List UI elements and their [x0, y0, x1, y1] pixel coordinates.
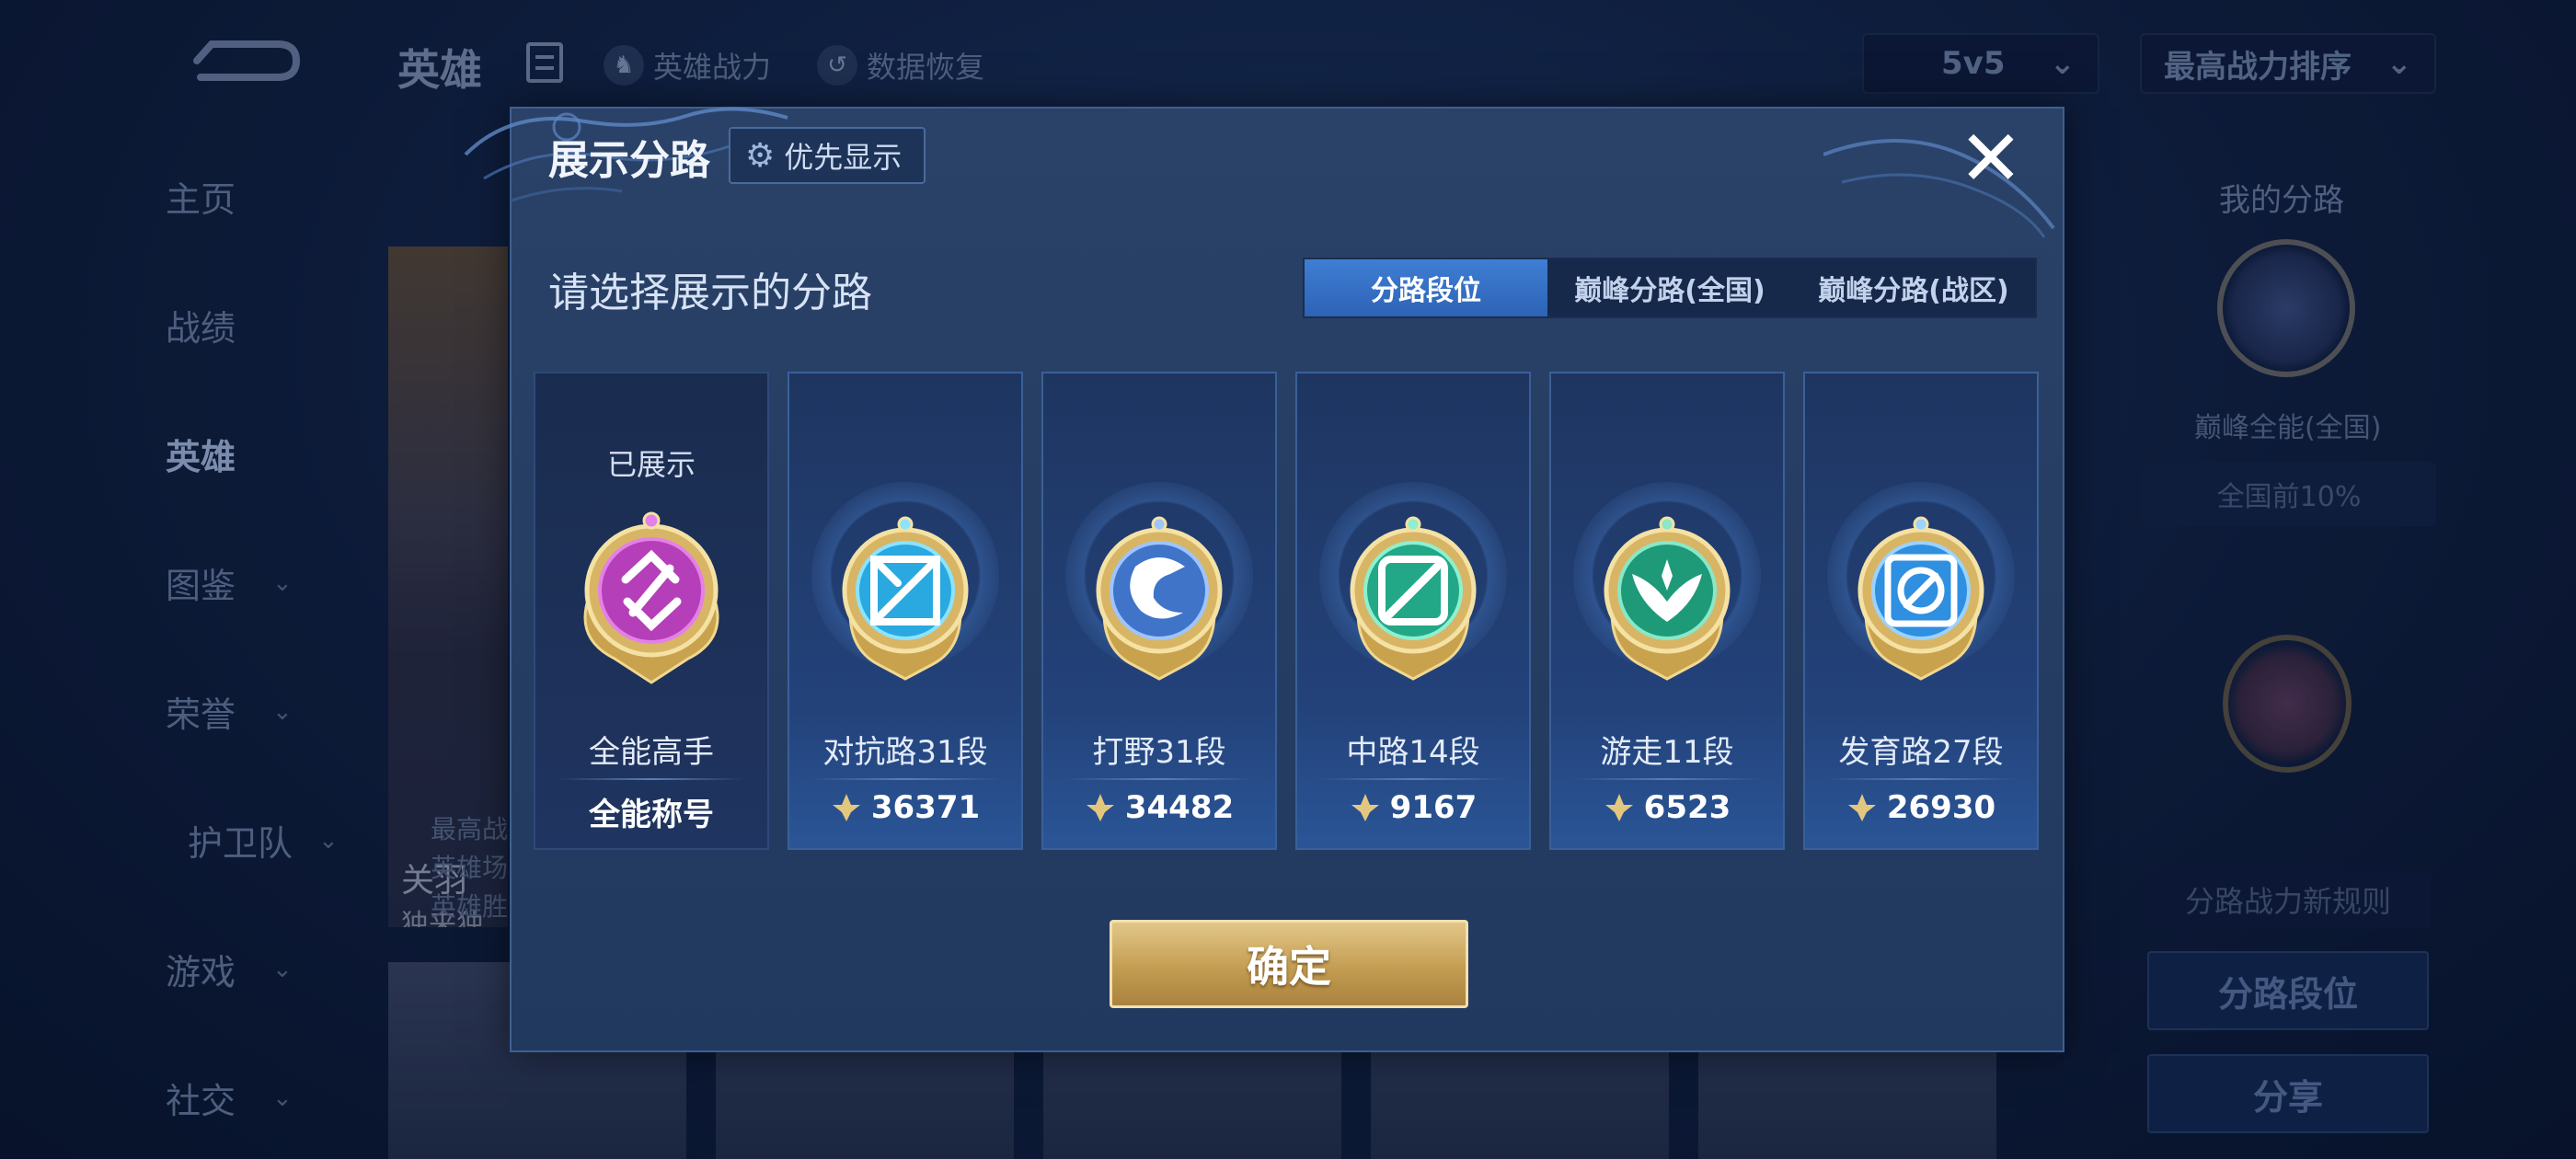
- lane-card-farm[interactable]: 发育路27段 26930: [1803, 372, 2039, 850]
- select-prompt: 请选择展示的分路: [548, 270, 872, 316]
- gear-icon: ⚙: [745, 136, 776, 175]
- lane-power-value: 36371: [789, 789, 1021, 826]
- lane-name: 发育路27段: [1838, 734, 2004, 771]
- roam-medal-icon: [1604, 516, 1731, 681]
- lane-name: 对抗路31段: [822, 734, 988, 771]
- tab-peak-region[interactable]: 巅峰分路(战区): [1792, 259, 2035, 316]
- lane-name: 打野31段: [1092, 734, 1226, 771]
- power-icon: [1604, 794, 1633, 821]
- shown-status: 已展示: [606, 447, 696, 482]
- power-icon: [1086, 794, 1114, 821]
- lane-power-value: 26930: [1805, 789, 2037, 826]
- lane-card-all-round[interactable]: 已展示 全能高手 全能称号: [534, 372, 769, 850]
- divider: [1065, 778, 1253, 780]
- lane-power-value: 9167: [1297, 789, 1529, 826]
- lane-power-value: 34482: [1043, 789, 1275, 826]
- mid-lane-medal-icon: [1350, 516, 1477, 681]
- confirm-button[interactable]: 确定: [1110, 920, 1468, 1008]
- divider: [1319, 778, 1507, 780]
- lane-card-jungle[interactable]: 打野31段 34482: [1041, 372, 1277, 850]
- divider: [811, 778, 999, 780]
- lane-name: 全能高手: [589, 734, 714, 771]
- divider: [1827, 778, 2015, 780]
- lane-card-roam[interactable]: 游走11段 6523: [1549, 372, 1785, 850]
- clash-lane-medal-icon: [842, 516, 969, 681]
- close-icon[interactable]: ✕: [1954, 120, 2028, 197]
- power-icon: [1847, 794, 1876, 821]
- power-icon: [832, 794, 860, 821]
- lane-card-list: 已展示 全能高手 全能称号 对抗路31段 36371 打野31段 34482 中…: [534, 372, 2039, 850]
- lane-value: 全能称号: [589, 797, 714, 833]
- lane-card-clash[interactable]: 对抗路31段 36371: [788, 372, 1023, 850]
- tab-lane-rank[interactable]: 分路段位: [1305, 259, 1547, 316]
- power-icon: [1351, 794, 1379, 821]
- lane-card-mid[interactable]: 中路14段 9167: [1295, 372, 1531, 850]
- tab-peak-national[interactable]: 巅峰分路(全国): [1547, 259, 1792, 316]
- lane-name: 游走11段: [1600, 734, 1734, 771]
- lane-power-value: 6523: [1551, 789, 1783, 826]
- all-round-medal-icon: [583, 511, 719, 684]
- show-lane-dialog: 展示分路 ⚙ 优先显示 ✕ 请选择展示的分路 分路段位 巅峰分路(全国) 巅峰分…: [464, 107, 2064, 1052]
- farm-lane-medal-icon: [1857, 516, 1984, 681]
- lane-tabs: 分路段位 巅峰分路(全国) 巅峰分路(战区): [1303, 258, 2037, 318]
- priority-display-button[interactable]: ⚙ 优先显示: [729, 127, 926, 184]
- dialog-title: 展示分路: [548, 137, 710, 184]
- divider: [558, 778, 745, 780]
- jungle-medal-icon: [1096, 516, 1223, 681]
- lane-name: 中路14段: [1346, 734, 1480, 771]
- divider: [1573, 778, 1761, 780]
